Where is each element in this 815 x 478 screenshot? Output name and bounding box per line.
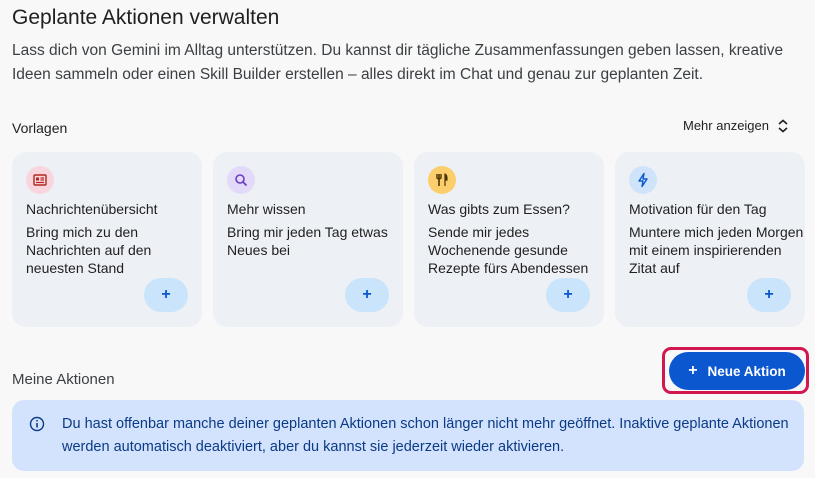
card-title: Nachrichtenübersicht <box>26 201 158 217</box>
bolt-icon <box>629 166 657 194</box>
card-text: Bring mir jeden Tag etwas Neues bei <box>227 224 388 258</box>
my-actions-label: Meine Aktionen <box>12 371 115 388</box>
expand-icon <box>778 118 788 133</box>
info-icon <box>29 416 45 432</box>
new-action-button[interactable]: + Neue Aktion <box>669 352 805 390</box>
show-more-label: Mehr anzeigen <box>683 118 769 133</box>
cutlery-icon <box>428 166 456 194</box>
newspaper-icon <box>26 166 54 194</box>
card-title: Mehr wissen <box>227 201 306 217</box>
page-description: Lass dich von Gemini im Alltag unterstüt… <box>12 42 784 83</box>
card-text: Muntere mich jeden Morgen mit einem insp… <box>629 224 804 276</box>
plus-icon: + <box>688 362 698 379</box>
page-title: Geplante Aktionen verwalten <box>12 6 280 29</box>
add-template-button[interactable]: + <box>546 278 590 312</box>
banner-text: Du hast offenbar manche deiner geplanten… <box>62 416 789 455</box>
card-text: Bring mich zu den Nachrichten auf den ne… <box>26 224 152 276</box>
add-template-button[interactable]: + <box>747 278 791 312</box>
card-title: Was gibts zum Essen? <box>428 201 570 217</box>
template-card-motivation[interactable]: Motivation für den Tag Muntere mich jede… <box>615 152 805 327</box>
card-title: Motivation für den Tag <box>629 201 767 217</box>
template-card-learn[interactable]: Mehr wissen Bring mir jeden Tag etwas Ne… <box>213 152 403 327</box>
add-template-button[interactable]: + <box>144 278 188 312</box>
new-action-label: Neue Aktion <box>707 363 786 379</box>
card-text: Sende mir jedes Wochenende gesunde Rezep… <box>428 224 589 276</box>
templates-label: Vorlagen <box>12 120 68 136</box>
info-banner: Du hast offenbar manche deiner geplanten… <box>12 400 804 471</box>
add-template-button[interactable]: + <box>345 278 389 312</box>
template-cards: Nachrichtenübersicht Bring mich zu den N… <box>12 152 805 327</box>
template-card-news[interactable]: Nachrichtenübersicht Bring mich zu den N… <box>12 152 202 327</box>
template-card-food[interactable]: Was gibts zum Essen? Sende mir jedes Woc… <box>414 152 604 327</box>
search-icon <box>227 166 255 194</box>
show-more-button[interactable]: Mehr anzeigen <box>683 118 789 133</box>
